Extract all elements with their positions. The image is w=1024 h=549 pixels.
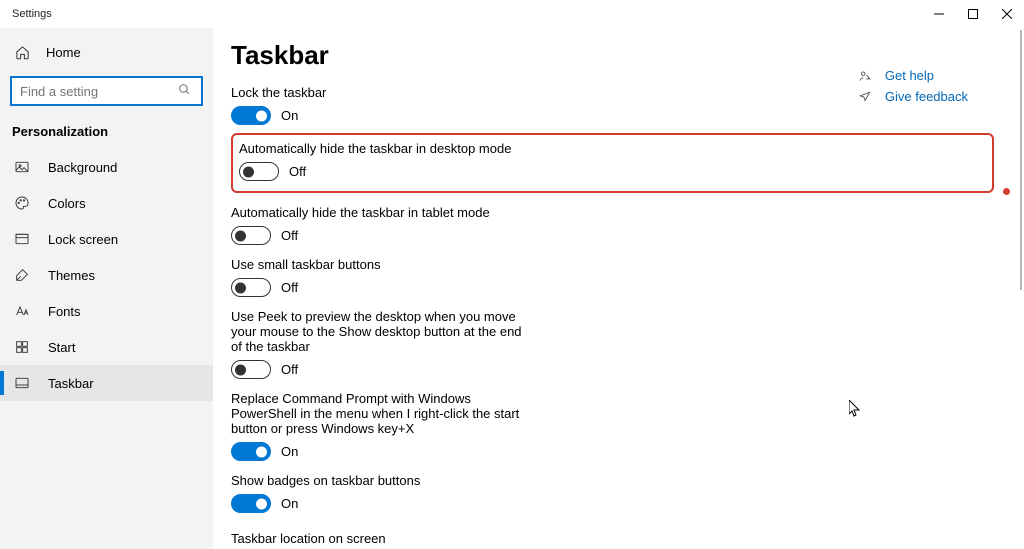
main-content: Taskbar Lock the taskbar On Automaticall…	[213, 28, 1024, 549]
toggle-state: On	[281, 496, 298, 511]
search-input[interactable]	[10, 76, 203, 106]
toggle-state: Off	[289, 164, 306, 179]
taskbar-icon	[14, 375, 30, 391]
nav-home[interactable]: Home	[0, 34, 213, 70]
sidebar-category: Personalization	[0, 116, 213, 149]
sidebar-item-label: Themes	[48, 268, 95, 283]
toggle-badges[interactable]	[231, 494, 271, 513]
home-icon	[14, 44, 30, 60]
give-feedback-link[interactable]: Give feedback	[857, 89, 968, 104]
setting-label-hide-desktop: Automatically hide the taskbar in deskto…	[239, 141, 984, 156]
nav-home-label: Home	[46, 45, 81, 60]
sidebar-item-label: Lock screen	[48, 232, 118, 247]
sidebar-item-background[interactable]: Background	[0, 149, 213, 185]
toggle-state: Off	[281, 362, 298, 377]
toggle-state: Off	[281, 280, 298, 295]
lock-screen-icon	[14, 231, 30, 247]
toggle-peek[interactable]	[231, 360, 271, 379]
fonts-icon	[14, 303, 30, 319]
help-label: Give feedback	[885, 89, 968, 104]
sidebar-item-colors[interactable]: Colors	[0, 185, 213, 221]
sidebar-item-label: Fonts	[48, 304, 81, 319]
themes-icon	[14, 267, 30, 283]
search-wrap	[10, 76, 203, 106]
help-icon	[857, 69, 873, 83]
start-icon	[14, 339, 30, 355]
titlebar: Settings	[0, 0, 1024, 28]
toggle-small-buttons[interactable]	[231, 278, 271, 297]
setting-label-badges: Show badges on taskbar buttons	[231, 473, 994, 488]
sidebar-item-lock-screen[interactable]: Lock screen	[0, 221, 213, 257]
toggle-state: On	[281, 108, 298, 123]
sidebar-item-start[interactable]: Start	[0, 329, 213, 365]
sidebar-item-label: Taskbar	[48, 376, 94, 391]
page-title: Taskbar	[231, 40, 994, 71]
setting-label-small-buttons: Use small taskbar buttons	[231, 257, 994, 272]
minimize-button[interactable]	[922, 0, 956, 28]
highlight-box: Automatically hide the taskbar in deskto…	[231, 133, 994, 193]
window-title: Settings	[12, 8, 922, 20]
help-pane: Get help Give feedback	[857, 68, 968, 110]
setting-label-hide-tablet: Automatically hide the taskbar in tablet…	[231, 205, 994, 220]
sidebar-item-fonts[interactable]: Fonts	[0, 293, 213, 329]
picture-icon	[14, 159, 30, 175]
sidebar-item-label: Start	[48, 340, 75, 355]
toggle-state: Off	[281, 228, 298, 243]
setting-label-powershell: Replace Command Prompt with Windows Powe…	[231, 391, 531, 436]
close-button[interactable]	[990, 0, 1024, 28]
help-label: Get help	[885, 68, 934, 83]
toggle-hide-desktop[interactable]	[239, 162, 279, 181]
sidebar-item-taskbar[interactable]: Taskbar	[0, 365, 213, 401]
feedback-icon	[857, 90, 873, 104]
maximize-button[interactable]	[956, 0, 990, 28]
sidebar: Home Personalization Background Colors	[0, 28, 213, 549]
toggle-hide-tablet[interactable]	[231, 226, 271, 245]
get-help-link[interactable]: Get help	[857, 68, 968, 83]
setting-label-location: Taskbar location on screen	[231, 531, 994, 546]
sidebar-item-themes[interactable]: Themes	[0, 257, 213, 293]
setting-label-peek: Use Peek to preview the desktop when you…	[231, 309, 531, 354]
toggle-powershell[interactable]	[231, 442, 271, 461]
toggle-state: On	[281, 444, 298, 459]
sidebar-item-label: Background	[48, 160, 117, 175]
palette-icon	[14, 195, 30, 211]
annotation-dot-icon	[1003, 188, 1010, 195]
toggle-lock-taskbar[interactable]	[231, 106, 271, 125]
sidebar-item-label: Colors	[48, 196, 86, 211]
